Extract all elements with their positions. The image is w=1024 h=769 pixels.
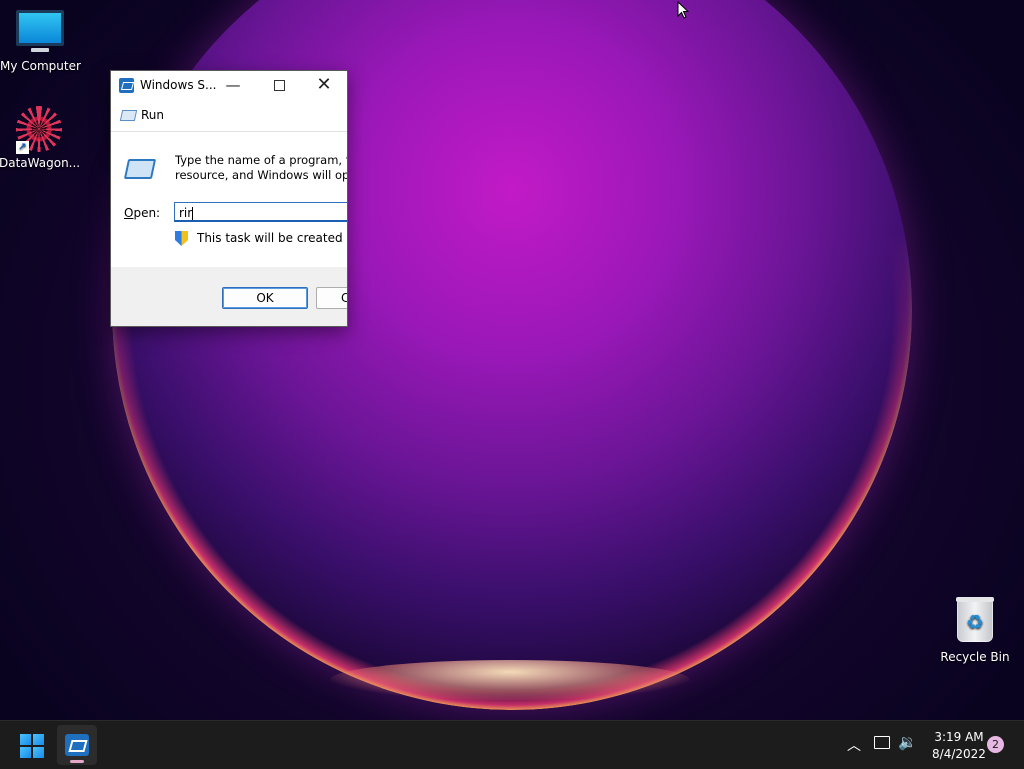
run-dialog: Windows S... — ✕ Run Type the name of a …	[110, 70, 348, 327]
open-input[interactable]: rir	[174, 202, 347, 222]
cancel-button[interactable]: C	[316, 287, 347, 309]
shortcut-arrow-icon: ↗	[16, 141, 29, 154]
description-line: resource, and Windows will open	[175, 168, 348, 182]
dialog-footer: OK C	[111, 267, 347, 326]
monitor-icon	[16, 10, 64, 52]
open-label: Open:	[124, 206, 161, 220]
network-icon[interactable]	[874, 736, 890, 749]
close-button[interactable]: ✕	[301, 71, 347, 101]
maximize-icon	[273, 80, 285, 91]
clock[interactable]: 3:19 AM 8/4/2022	[924, 729, 994, 763]
clock-time: 3:19 AM	[934, 730, 984, 744]
desktop-icon-datawagon[interactable]: ↗ DataWagon...	[0, 106, 81, 170]
uac-shield-icon	[175, 231, 188, 246]
show-hidden-icons-chevron-icon[interactable]: ︿	[847, 735, 861, 755]
run-header-label: Run	[141, 108, 165, 122]
datawagon-icon: ↗	[16, 106, 62, 154]
taskbar: ︿ 🔉 3:19 AM 8/4/2022 2	[0, 720, 1024, 769]
taskbar-app-run[interactable]	[57, 725, 97, 765]
app-icon	[119, 78, 134, 93]
desktop-icon-recycle-bin[interactable]: ♻ Recycle Bin	[935, 597, 1015, 664]
description-line: Type the name of a program, fold	[175, 153, 347, 167]
volume-icon[interactable]: 🔉	[898, 733, 917, 751]
desktop-icon-label: My Computer	[0, 59, 81, 73]
start-button[interactable]	[20, 734, 44, 758]
clock-date: 8/4/2022	[932, 747, 986, 761]
notification-badge[interactable]: 2	[987, 736, 1004, 753]
dialog-titlebar[interactable]: Windows S... — ✕	[111, 71, 347, 101]
dialog-title: Windows S...	[140, 78, 217, 92]
recycle-bin-icon: ♻	[956, 597, 994, 642]
run-header: Run	[111, 101, 347, 132]
mouse-cursor-icon	[677, 0, 690, 22]
open-input-value: rir	[179, 206, 193, 220]
run-icon	[123, 159, 157, 179]
wallpaper-glow	[330, 660, 690, 700]
minimize-button[interactable]: —	[210, 71, 256, 101]
desktop-icon-my-computer[interactable]: My Computer	[0, 10, 81, 73]
run-app-icon	[65, 734, 89, 756]
admin-notice-text: This task will be created with	[197, 231, 347, 245]
dialog-description: Type the name of a program, fold resourc…	[175, 153, 348, 183]
ok-button[interactable]: OK	[222, 287, 308, 309]
run-small-icon	[119, 110, 138, 121]
desktop-icon-label: DataWagon...	[0, 156, 81, 170]
active-indicator	[70, 760, 84, 763]
desktop-icon-label: Recycle Bin	[940, 650, 1010, 664]
dialog-content: Type the name of a program, fold resourc…	[111, 132, 347, 267]
maximize-button[interactable]	[256, 71, 302, 101]
admin-notice: This task will be created with	[175, 231, 347, 246]
